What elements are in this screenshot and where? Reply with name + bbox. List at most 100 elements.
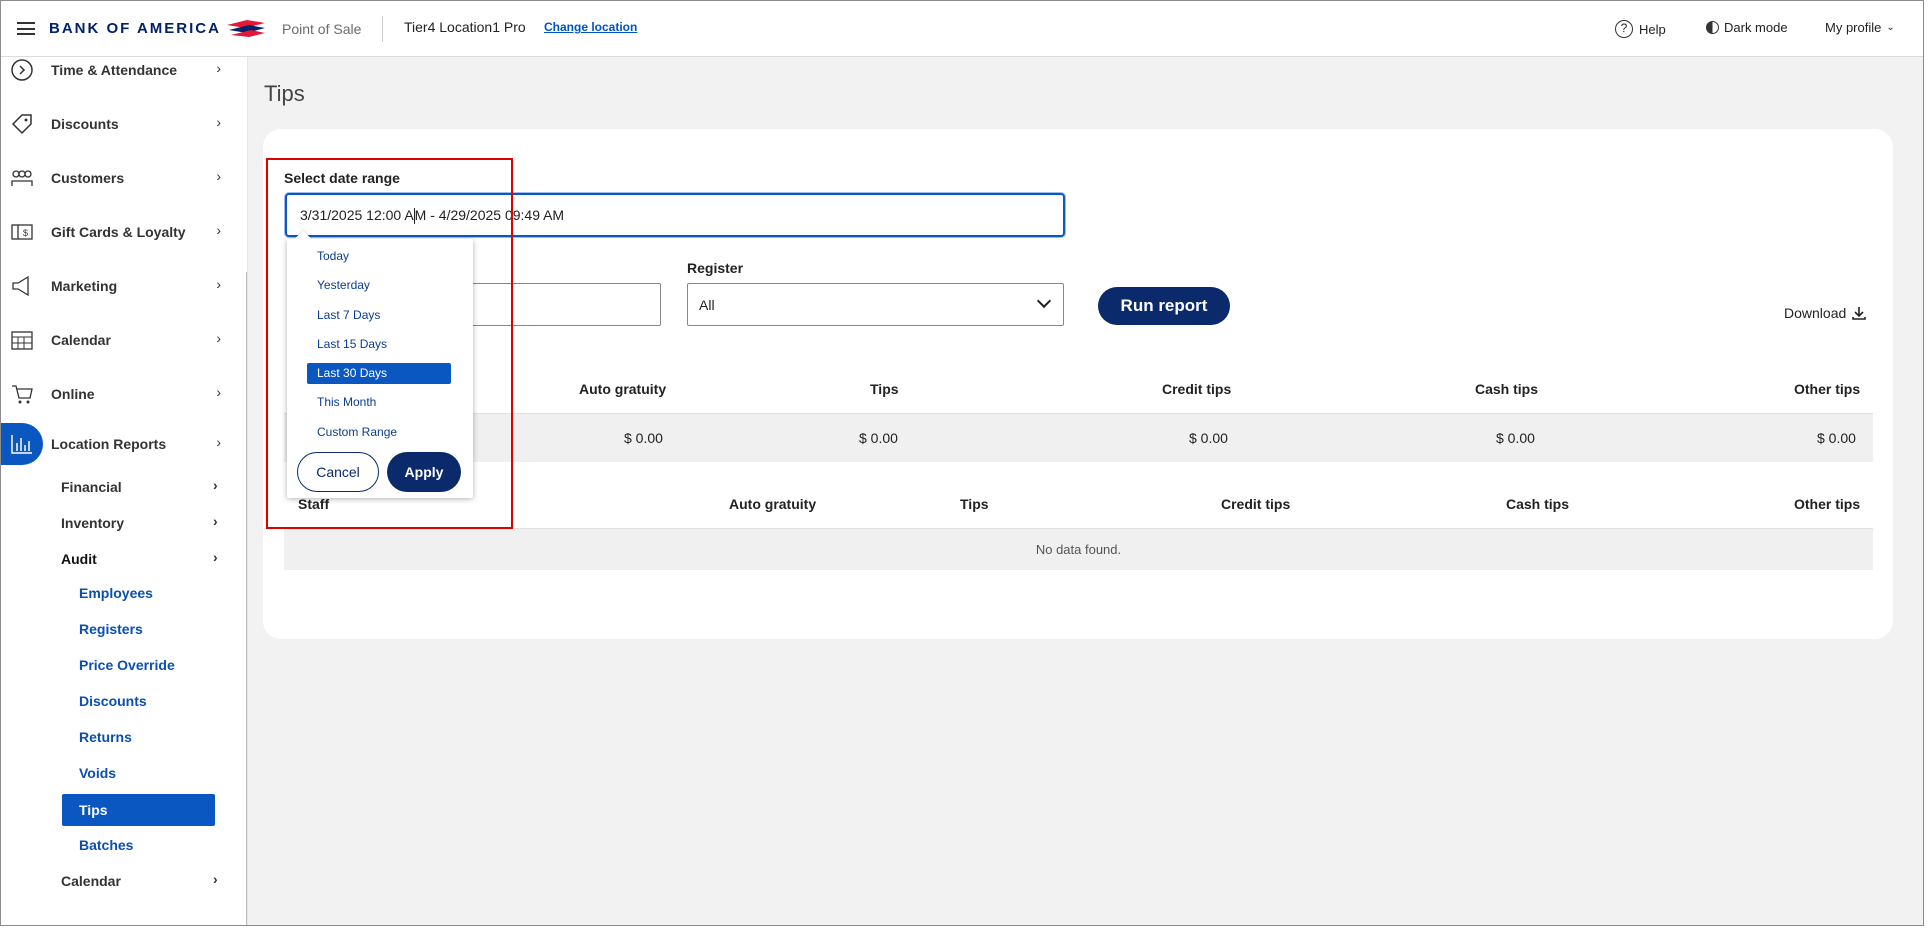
- sidebar-scrollbar[interactable]: [246, 272, 247, 925]
- register-label: Register: [687, 260, 744, 276]
- bank-of-america-logo: BANK OF AMERICA: [49, 19, 267, 37]
- megaphone-icon: [12, 275, 29, 297]
- sidebar-item-label: Calendar: [51, 332, 111, 348]
- table-row: $ 0.00 $ 0.00 $ 0.00 $ 0.00 $ 0.00: [284, 414, 1873, 462]
- people-icon: [11, 170, 33, 186]
- sidebar-item-label: Gift Cards & Loyalty: [51, 224, 186, 240]
- chevron-right-icon: ›: [213, 477, 218, 493]
- product-name: Point of Sale: [282, 21, 362, 37]
- sidebar-item-label: Online: [51, 386, 95, 402]
- run-report-button[interactable]: Run report: [1098, 287, 1230, 325]
- sidebar-item-gift-cards[interactable]: $ Gift Cards & Loyalty ›: [1, 212, 246, 252]
- sidebar-item-label: Discounts: [51, 116, 119, 132]
- highlight-annotation-box: [266, 158, 513, 529]
- register-select[interactable]: All: [687, 283, 1064, 326]
- summary-auto-gratuity: $ 0.00: [624, 430, 663, 446]
- download-icon: [1852, 307, 1867, 320]
- sidebar-item-label: Customers: [51, 170, 125, 186]
- sidebar-item-location-reports[interactable]: Location Reports ›: [1, 423, 246, 465]
- register-selected-value: All: [699, 297, 715, 313]
- dark-mode-toggle[interactable]: Dark mode: [1706, 20, 1788, 35]
- sidebar-item-marketing[interactable]: Marketing ›: [1, 266, 246, 306]
- chevron-right-icon: ›: [216, 168, 221, 184]
- hamburger-menu-icon[interactable]: [17, 22, 35, 35]
- staff-header-other-tips: Other tips: [1794, 496, 1861, 512]
- audit-item-employees[interactable]: Employees: [79, 585, 153, 601]
- chevron-right-icon: ›: [213, 549, 218, 565]
- no-data-message: No data found.: [284, 529, 1873, 570]
- sidebar-item-customers[interactable]: Customers ›: [1, 158, 246, 198]
- chevron-right-icon: ›: [213, 513, 218, 529]
- gift-card-icon: $: [11, 224, 33, 240]
- audit-item-registers[interactable]: Registers: [79, 621, 143, 637]
- top-header: BANK OF AMERICA Point of Sale Tier4 Loca…: [1, 1, 1923, 57]
- staff-header-auto-gratuity: Auto gratuity: [729, 496, 817, 512]
- page-title: Tips: [264, 81, 305, 106]
- audit-item-voids[interactable]: Voids: [79, 765, 116, 781]
- audit-item-tips[interactable]: Tips: [62, 794, 215, 826]
- download-button[interactable]: Download: [1784, 305, 1867, 321]
- sidebar-sub-inventory[interactable]: Inventory ›: [61, 513, 218, 531]
- summary-header-tips: Tips: [870, 381, 899, 397]
- tag-icon: [11, 114, 32, 135]
- sidebar-item-time-attendance[interactable]: Time & Attendance ›: [1, 57, 246, 90]
- chevron-right-icon: ›: [216, 60, 221, 76]
- summary-cash-tips: $ 0.00: [1496, 430, 1535, 446]
- sidebar-sub-calendar[interactable]: Calendar ›: [61, 871, 218, 889]
- cart-icon: [12, 385, 33, 404]
- sidebar-sub-financial[interactable]: Financial ›: [61, 477, 218, 495]
- chevron-right-icon: ›: [216, 276, 221, 292]
- download-label: Download: [1784, 305, 1847, 321]
- help-icon: ?: [1615, 20, 1633, 38]
- summary-header-auto-gratuity: Auto gratuity: [579, 381, 667, 397]
- audit-item-tips-label: Tips: [79, 802, 108, 818]
- audit-item-returns[interactable]: Returns: [79, 729, 132, 745]
- sidebar-item-label: Time & Attendance: [51, 62, 178, 78]
- staff-header-tips: Tips: [960, 496, 989, 512]
- bar-chart-icon: [1, 423, 43, 465]
- audit-item-batches[interactable]: Batches: [79, 837, 133, 853]
- summary-header-other-tips: Other tips: [1794, 381, 1861, 397]
- sidebar-item-discounts[interactable]: Discounts ›: [1, 104, 246, 144]
- chevron-down-icon: [1036, 293, 1052, 309]
- svg-text:$: $: [23, 228, 28, 238]
- sidebar-item-online[interactable]: Online ›: [1, 374, 246, 414]
- change-location-link[interactable]: Change location: [544, 20, 637, 34]
- chevron-right-icon: ›: [216, 330, 221, 346]
- sidebar-sub-label: Calendar: [61, 873, 121, 889]
- staff-header-credit-tips: Credit tips: [1221, 496, 1291, 512]
- sidebar: Time & Attendance › Discounts › Customer…: [1, 57, 248, 925]
- dark-mode-label: Dark mode: [1724, 20, 1788, 35]
- sidebar-item-calendar[interactable]: Calendar ›: [1, 320, 246, 360]
- profile-label: My profile: [1825, 20, 1882, 35]
- chevron-right-icon: ›: [216, 114, 221, 130]
- sidebar-item-label: Marketing: [51, 278, 118, 294]
- help-button[interactable]: ? Help: [1615, 20, 1666, 38]
- summary-other-tips: $ 0.00: [1817, 430, 1856, 446]
- summary-credit-tips: $ 0.00: [1189, 430, 1228, 446]
- sidebar-sub-audit[interactable]: Audit ›: [61, 549, 218, 567]
- audit-item-price-override[interactable]: Price Override: [79, 657, 175, 673]
- summary-tips: $ 0.00: [859, 430, 898, 446]
- summary-header-cash-tips: Cash tips: [1475, 381, 1539, 397]
- sidebar-item-label: Location Reports: [51, 436, 167, 452]
- chevron-right-icon: ›: [216, 434, 221, 450]
- sidebar-sub-label: Financial: [61, 479, 122, 495]
- sidebar-sub-label: Inventory: [61, 515, 125, 531]
- chevron-right-icon: ›: [216, 384, 221, 400]
- help-label: Help: [1639, 21, 1666, 37]
- clock-icon: [11, 59, 33, 81]
- audit-item-discounts[interactable]: Discounts: [79, 693, 147, 709]
- location-name: Tier4 Location1 Pro: [404, 19, 526, 35]
- calendar-icon: [11, 331, 33, 350]
- my-profile-menu[interactable]: My profile ⌄: [1825, 20, 1895, 35]
- flag-logo-icon: [226, 20, 265, 37]
- header-divider: [382, 16, 383, 42]
- staff-header-cash-tips: Cash tips: [1506, 496, 1570, 512]
- app-window: BANK OF AMERICA Point of Sale Tier4 Loca…: [0, 0, 1924, 926]
- summary-header-credit-tips: Credit tips: [1162, 381, 1232, 397]
- dark-mode-icon: [1706, 21, 1719, 34]
- chevron-down-icon: ⌄: [1886, 22, 1895, 33]
- brand-name: BANK OF AMERICA: [49, 19, 221, 37]
- sidebar-sub-label: Audit: [61, 551, 97, 567]
